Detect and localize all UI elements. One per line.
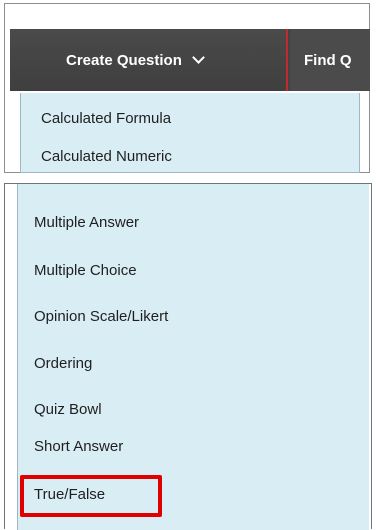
menu-item-ordering[interactable]: Ordering — [34, 355, 92, 372]
menu-item-multiple-choice[interactable]: Multiple Choice — [34, 262, 137, 279]
menu-item-calculated-numeric[interactable]: Calculated Numeric — [41, 148, 172, 165]
find-questions-button[interactable]: Find Q — [290, 29, 370, 91]
menu-item-multiple-answer[interactable]: Multiple Answer — [34, 214, 139, 231]
bottom-panel: Multiple Answer Multiple Choice Opinion … — [4, 183, 372, 530]
chevron-down-icon — [192, 51, 205, 64]
menu-item-calculated-formula[interactable]: Calculated Formula — [41, 110, 171, 127]
question-type-menu-bottom: Multiple Answer Multiple Choice Opinion … — [17, 184, 369, 530]
question-type-menu-top: Calculated Formula Calculated Numeric — [20, 93, 360, 173]
create-question-button[interactable]: Create Question — [10, 29, 288, 91]
menu-item-short-answer[interactable]: Short Answer — [34, 438, 123, 455]
create-question-label: Create Question — [66, 51, 182, 69]
menu-item-opinion-scale-likert[interactable]: Opinion Scale/Likert — [34, 308, 168, 325]
menu-item-quiz-bowl[interactable]: Quiz Bowl — [34, 401, 102, 418]
find-questions-label: Find Q — [304, 51, 352, 69]
action-bar: Create Question Find Q — [10, 29, 370, 91]
top-panel: Create Question Find Q Calculated Formul… — [0, 0, 376, 176]
menu-item-true-false[interactable]: True/False — [34, 486, 105, 503]
